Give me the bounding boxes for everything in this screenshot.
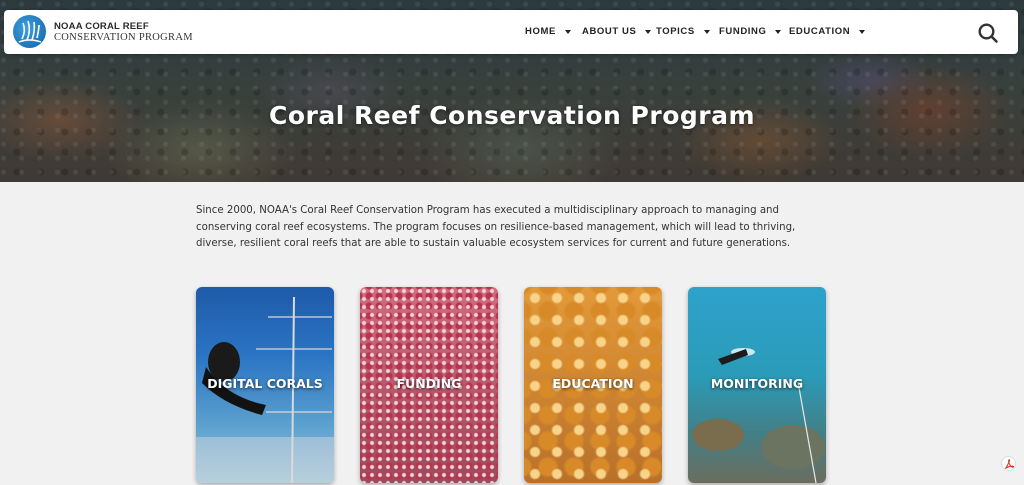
nav-about-us[interactable]: ABOUT US [582,26,652,37]
chevron-down-icon [564,29,571,34]
card-funding[interactable]: FUNDING [360,287,498,483]
chevron-down-icon [775,29,782,34]
chevron-down-icon [859,29,866,34]
logo-line2: CONSERVATION PROGRAM [54,32,193,43]
nav-home[interactable]: HOME [525,26,571,37]
nav-funding-label: FUNDING [719,26,767,37]
pdf-icon[interactable] [1001,456,1016,471]
page-title: Coral Reef Conservation Program [268,101,756,130]
card-digital-corals[interactable]: DIGITAL CORALS [196,287,334,483]
search-icon[interactable] [977,22,999,44]
nav-education[interactable]: EDUCATION [789,26,866,37]
nav-topics-label: TOPICS [656,26,695,37]
nav-about-us-label: ABOUT US [582,26,637,37]
card-monitoring[interactable]: MONITORING [688,287,826,483]
logo-line1: NOAA CORAL REEF [54,21,149,32]
site-logo-text[interactable]: NOAA CORAL REEF CONSERVATION PROGRAM [54,21,193,43]
card-label: DIGITAL CORALS [207,376,323,391]
chevron-down-icon [645,29,652,34]
nav-home-label: HOME [525,26,556,37]
site-header: NOAA CORAL REEF CONSERVATION PROGRAM HOM… [4,10,1018,54]
chevron-down-icon [703,29,710,34]
nav-education-label: EDUCATION [789,26,851,37]
nav-funding[interactable]: FUNDING [719,26,782,37]
noaa-logo-icon[interactable] [13,15,46,48]
nav-topics[interactable]: TOPICS [656,26,710,37]
card-label: MONITORING [710,376,804,391]
intro-paragraph: Since 2000, NOAA's Coral Reef Conservati… [196,205,796,249]
card-label: EDUCATION [552,376,634,391]
card-label: FUNDING [396,376,462,391]
card-education[interactable]: EDUCATION [524,287,662,483]
